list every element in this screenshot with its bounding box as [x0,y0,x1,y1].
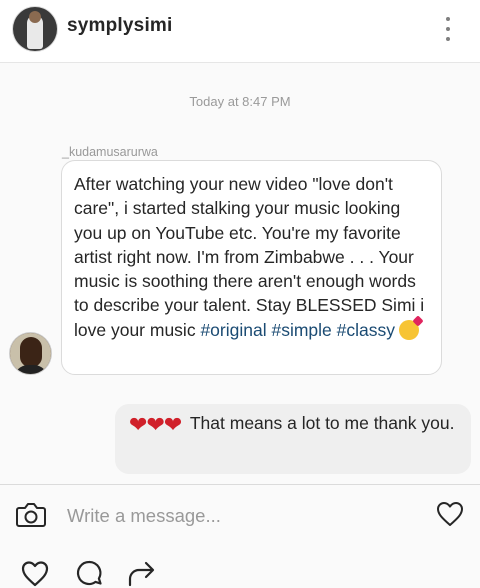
post-action-bar [0,556,480,588]
heart-icon[interactable] [436,501,464,527]
avatar-head [29,11,41,23]
message-input[interactable] [67,502,407,530]
sender-username[interactable]: _kudamusarurwa [62,145,158,159]
comment-icon[interactable] [74,558,104,588]
sender-avatar[interactable] [10,333,51,374]
heart-outline-icon[interactable] [20,558,50,588]
hashtags[interactable]: #original #simple #classy [200,320,395,340]
outgoing-message-bubble[interactable]: ❤❤❤ That means a lot to me thank you. [115,404,471,474]
three-red-hearts-emoji: ❤❤❤ [129,412,183,437]
avatar[interactable] [13,7,57,51]
username[interactable]: symplysimi [67,15,173,37]
share-icon[interactable] [126,558,156,588]
incoming-message-bubble[interactable]: After watching your new video "love don'… [61,160,442,375]
message-composer [0,484,480,545]
kebab-menu-icon[interactable] [440,14,456,44]
kissing-face-with-heart-emoji [399,319,419,340]
camera-icon[interactable] [16,502,46,528]
message-timestamp: Today at 8:47 PM [189,94,291,109]
outgoing-message-text: That means a lot to me thank you. [189,413,455,433]
incoming-message-text: After watching your new video "love don'… [74,174,425,340]
chat-header: symplysimi [0,0,480,63]
